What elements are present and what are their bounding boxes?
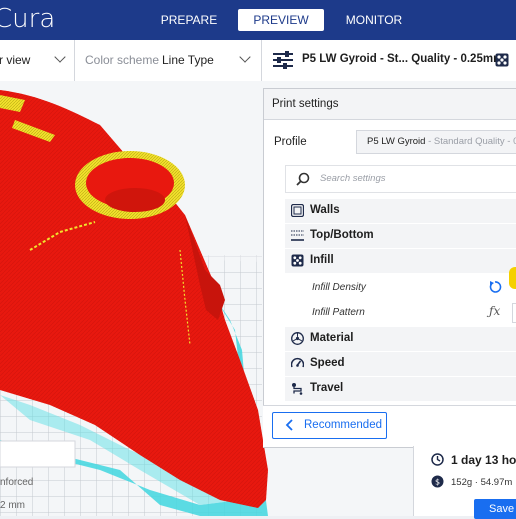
category-label: Speed — [310, 357, 345, 369]
material-icon: $ — [431, 475, 444, 488]
walls-icon — [291, 204, 304, 217]
save-label: Save to R — [489, 503, 516, 515]
panel-footer: Recommended — [263, 405, 516, 447]
header-bar: Cura PREPARE PREVIEW MONITOR — [0, 0, 516, 40]
chevron-down-icon — [54, 51, 66, 63]
category-material[interactable]: Material — [285, 327, 516, 351]
chevron-left-icon — [285, 419, 293, 431]
layer-info-text-2: 2 mm — [0, 500, 25, 511]
color-scheme-value: Line Type — [162, 53, 214, 67]
category-travel[interactable]: Travel — [285, 377, 516, 401]
reset-icon[interactable] — [488, 280, 502, 294]
travel-icon — [292, 383, 303, 395]
top-bottom-icon — [291, 230, 304, 241]
category-top-bottom[interactable]: Top/Bottom — [285, 224, 516, 248]
chevron-down-icon — [239, 51, 251, 63]
search-settings-field[interactable]: Search settings — [285, 165, 516, 193]
category-label: Walls — [310, 204, 340, 216]
highlight-marker — [509, 267, 516, 289]
infill-icon — [495, 53, 509, 67]
category-speed[interactable]: Speed — [285, 352, 516, 376]
category-label: Travel — [310, 382, 344, 394]
function-icon[interactable]: ƒx — [489, 304, 500, 318]
view-type-value: r view — [0, 53, 31, 67]
category-label: Top/Bottom — [310, 229, 374, 241]
svg-text:$: $ — [435, 478, 440, 487]
setting-infill-density[interactable]: Infill Density — [285, 267, 516, 299]
search-placeholder: Search settings — [320, 173, 386, 184]
print-settings-panel: Print settings Profile P5 LW Gyroid - St… — [263, 88, 516, 448]
print-time: 1 day 13 hour — [451, 453, 516, 467]
material-icon — [291, 332, 304, 345]
infill-icon — [291, 254, 304, 267]
tab-prepare[interactable]: PREPARE — [157, 9, 221, 31]
profile-dropdown[interactable]: P5 LW Gyroid - Standard Quality - 0.2 — [356, 130, 516, 154]
recommended-label: Recommended — [304, 419, 382, 431]
tab-monitor[interactable]: MONITOR — [340, 9, 408, 31]
profile-suffix: - Standard Quality - 0.2 — [428, 136, 516, 147]
setting-label: Infill Density — [312, 282, 366, 293]
profile-summary: P5 LW Gyroid - St... Quality - 0.25mm — [302, 53, 504, 65]
tab-preview[interactable]: PREVIEW — [238, 9, 324, 31]
profile-name: P5 LW Gyroid — [367, 136, 426, 147]
speed-icon — [291, 357, 304, 368]
category-label: Material — [310, 332, 354, 344]
profile-label: Profile — [274, 136, 307, 148]
panel-title: Print settings — [272, 98, 339, 110]
setting-label: Infill Pattern — [312, 307, 365, 318]
print-estimate: 1 day 13 hour $ 152g · 54.97m Save to R — [413, 446, 516, 519]
view-type-dropdown[interactable]: r view — [0, 40, 75, 81]
category-label: Infill — [310, 254, 334, 266]
app-logo: Cura — [0, 4, 56, 34]
category-walls[interactable]: Walls — [285, 199, 516, 223]
view-toolbar: r view Color scheme Line Type P5 LW Gyro… — [0, 40, 516, 82]
settings-sliders-icon — [273, 51, 293, 69]
color-scheme-dropdown[interactable]: Color scheme Line Type — [75, 40, 262, 81]
clock-icon — [431, 453, 444, 466]
panel-header: Print settings — [264, 89, 516, 120]
pattern-dropdown[interactable] — [512, 303, 516, 323]
search-icon — [296, 172, 310, 186]
print-settings-toggle[interactable]: P5 LW Gyroid - St... Quality - 0.25mm — [262, 40, 516, 81]
color-scheme-label: Color scheme — [85, 53, 160, 67]
layer-info-text: nforced — [0, 477, 34, 488]
setting-infill-pattern[interactable]: Infill Pattern ƒx — [285, 300, 516, 324]
category-infill[interactable]: Infill — [285, 249, 516, 273]
material-usage: 152g · 54.97m — [451, 477, 513, 488]
recommended-button[interactable]: Recommended — [272, 412, 387, 439]
save-button[interactable]: Save to R — [474, 499, 516, 519]
